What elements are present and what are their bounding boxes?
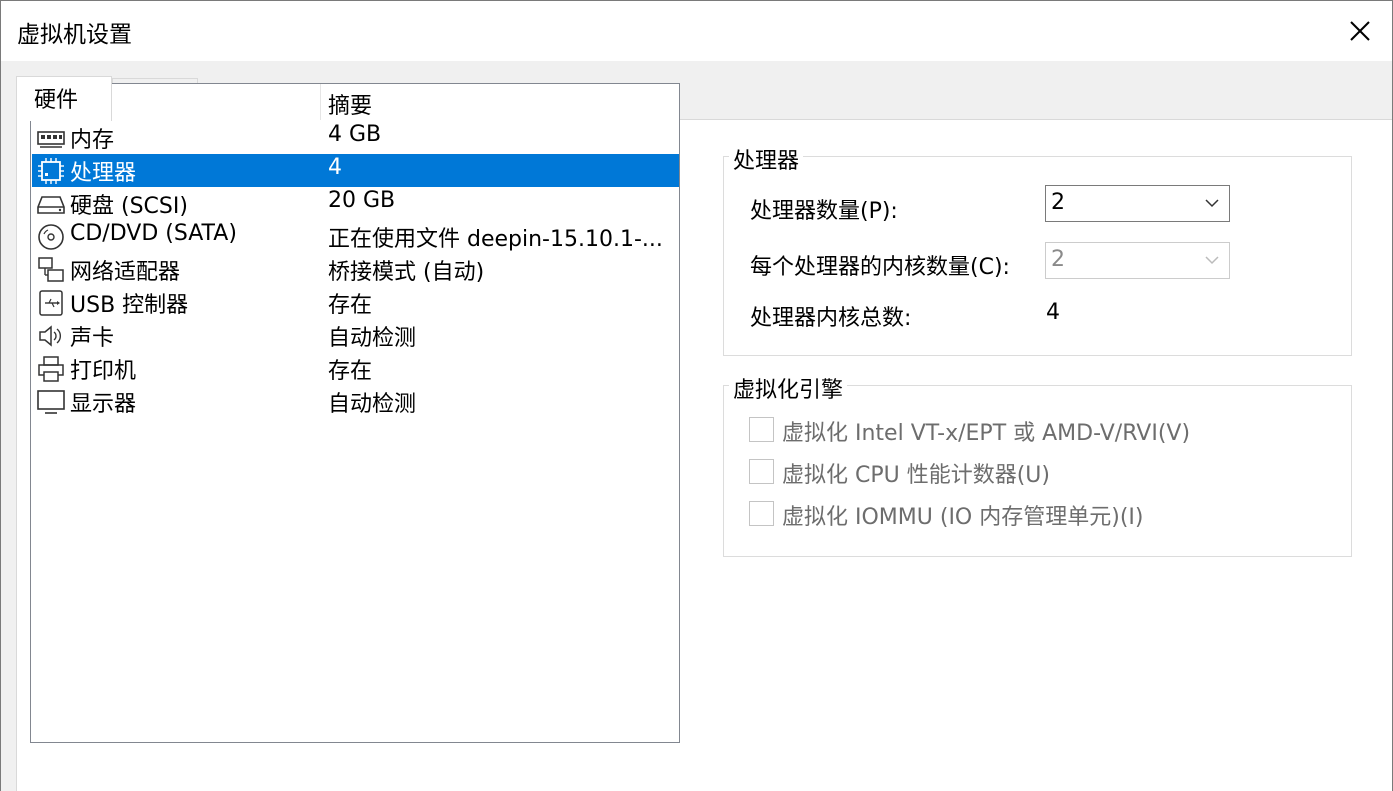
memory-icon: [37, 131, 65, 148]
device-name: 显示器: [70, 392, 137, 417]
network-adapter-icon: [38, 257, 64, 282]
title-bar[interactable]: 虚拟机设置: [1, 1, 1392, 61]
cores-per-processor-select[interactable]: 2: [1045, 242, 1230, 279]
cd-dvd-icon: [38, 224, 64, 250]
num-processors-select[interactable]: 2: [1045, 185, 1230, 222]
column-divider[interactable]: [320, 84, 321, 120]
device-name: 打印机: [70, 359, 137, 384]
cores-per-processor-label: 每个处理器的内核数量(C):: [750, 255, 1010, 280]
device-name: 内存: [70, 128, 115, 153]
device-summary: 存在: [328, 359, 373, 384]
device-list[interactable]: 设备 摘要 内存 4 GB: [30, 83, 680, 743]
vm-settings-window: 虚拟机设置 硬件 选项 设备 摘要: [0, 0, 1393, 791]
device-name: 处理器: [70, 161, 137, 186]
device-summary: 桥接模式 (自动): [328, 260, 485, 285]
chevron-down-icon: [1205, 199, 1219, 208]
tab-hardware[interactable]: 硬件: [16, 76, 112, 121]
column-header-summary[interactable]: 摘要: [328, 88, 372, 120]
device-summary: 4: [328, 155, 342, 180]
processor-icon: [38, 158, 64, 184]
total-cores-value: 4: [1046, 300, 1060, 325]
device-row-display[interactable]: 显示器 自动检测: [32, 385, 679, 418]
total-cores-label: 处理器内核总数:: [750, 306, 912, 331]
device-summary: 4 GB: [328, 122, 382, 147]
device-row-printer[interactable]: 打印机 存在: [32, 352, 679, 385]
monitor-icon: [37, 390, 65, 414]
device-list-header: 设备 摘要: [31, 84, 679, 120]
checkbox-box[interactable]: [749, 459, 774, 484]
device-row-processor[interactable]: 处理器 4: [32, 154, 679, 187]
speaker-icon: [39, 325, 61, 347]
device-summary: 自动检测: [328, 392, 417, 417]
usb-icon: [39, 290, 63, 316]
checkbox-label: 虚拟化 IOMMU (IO 内存管理单元)(I): [782, 505, 1144, 530]
device-name: CD/DVD (SATA): [70, 221, 237, 246]
device-name: 网络适配器: [70, 260, 181, 285]
cores-per-processor-value: 2: [1051, 247, 1065, 272]
device-row-cd-dvd[interactable]: CD/DVD (SATA) 正在使用文件 deepin-15.10.1-...: [32, 220, 679, 253]
device-name: 声卡: [70, 326, 115, 351]
device-row-hard-disk[interactable]: 硬盘 (SCSI) 20 GB: [32, 187, 679, 220]
hard-disk-icon: [37, 196, 65, 214]
checkbox-label: 虚拟化 Intel VT-x/EPT 或 AMD-V/RVI(V): [782, 421, 1191, 446]
device-summary: 20 GB: [328, 188, 396, 213]
checkbox-box[interactable]: [749, 501, 774, 526]
virtualization-group-title: 虚拟化引擎: [729, 372, 848, 404]
device-name: USB 控制器: [70, 293, 189, 318]
device-summary: 自动检测: [328, 326, 417, 351]
device-row-usb-controller[interactable]: USB 控制器 存在: [32, 286, 679, 319]
checkbox-label: 虚拟化 CPU 性能计数器(U): [782, 463, 1050, 488]
device-summary: 正在使用文件 deepin-15.10.1-...: [328, 227, 663, 252]
processor-group-title: 处理器: [729, 143, 804, 175]
device-row-network-adapter[interactable]: 网络适配器 桥接模式 (自动): [32, 253, 679, 286]
window-title: 虚拟机设置: [17, 22, 132, 48]
device-row-sound-card[interactable]: 声卡 自动检测: [32, 319, 679, 352]
num-processors-value: 2: [1051, 190, 1065, 215]
checkbox-box[interactable]: [749, 417, 774, 442]
chevron-down-icon: [1205, 256, 1219, 265]
close-icon: [1350, 21, 1370, 41]
tab-hardware-label: 硬件: [34, 88, 79, 113]
device-summary: 存在: [328, 293, 373, 318]
device-row-memory[interactable]: 内存 4 GB: [32, 121, 679, 154]
close-button[interactable]: [1328, 1, 1392, 61]
num-processors-label: 处理器数量(P):: [750, 199, 898, 224]
device-name: 硬盘 (SCSI): [70, 194, 188, 219]
printer-icon: [38, 356, 64, 382]
